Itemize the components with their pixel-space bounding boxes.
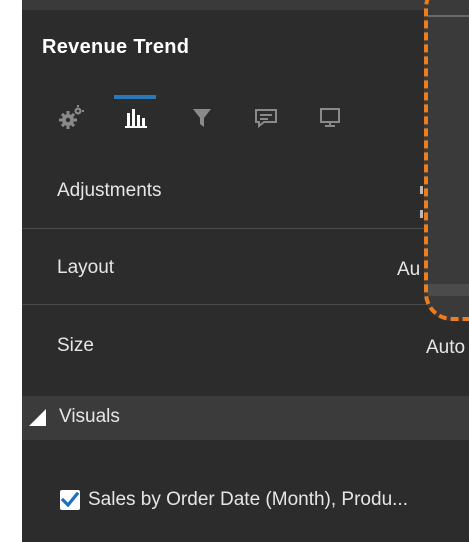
properties-panel: Revenue Trend Adjustments Layout Au Size… [22,0,469,542]
presentation-icon [316,103,344,131]
row-layout[interactable]: Layout Au [22,229,469,305]
tab-comments[interactable] [244,92,288,142]
row-edge-marker [420,186,423,194]
comment-icon [252,103,280,131]
section-visuals-header[interactable]: Visuals [22,396,469,440]
tab-chart[interactable] [114,92,158,142]
layout-value[interactable]: Au [397,259,420,281]
row-adjustments[interactable]: Adjustments [22,155,469,231]
section-title: Visuals [59,406,120,427]
tab-general[interactable] [50,92,94,142]
collapse-triangle-icon[interactable] [29,409,46,426]
visual-list-item[interactable]: Sales by Order Date (Month), Produ... [60,489,469,513]
bar-chart-icon [122,103,150,131]
tab-filter[interactable] [180,92,224,142]
checkmark-icon [60,491,80,508]
panel-top-strip [22,0,469,10]
filter-icon [188,103,216,131]
gear-icon [58,103,86,131]
card-footer-bar [428,284,469,296]
row-label-layout: Layout [57,257,115,278]
card-inner-line [428,15,469,17]
active-tab-indicator [114,95,156,99]
panel-title: Revenue Trend [42,36,190,58]
visual-checkbox[interactable] [60,490,80,510]
row-edge-marker [420,210,423,218]
panel-tabs [22,92,422,142]
highlighted-canvas-card [424,0,469,321]
visual-item-label: Sales by Order Date (Month), Produ... [88,489,408,510]
row-label-size: Size [57,335,94,356]
row-size[interactable]: Size Auto [22,305,469,381]
size-value[interactable]: Auto [426,337,465,359]
tab-presentation[interactable] [308,92,352,142]
row-label-adjustments: Adjustments [57,180,162,201]
